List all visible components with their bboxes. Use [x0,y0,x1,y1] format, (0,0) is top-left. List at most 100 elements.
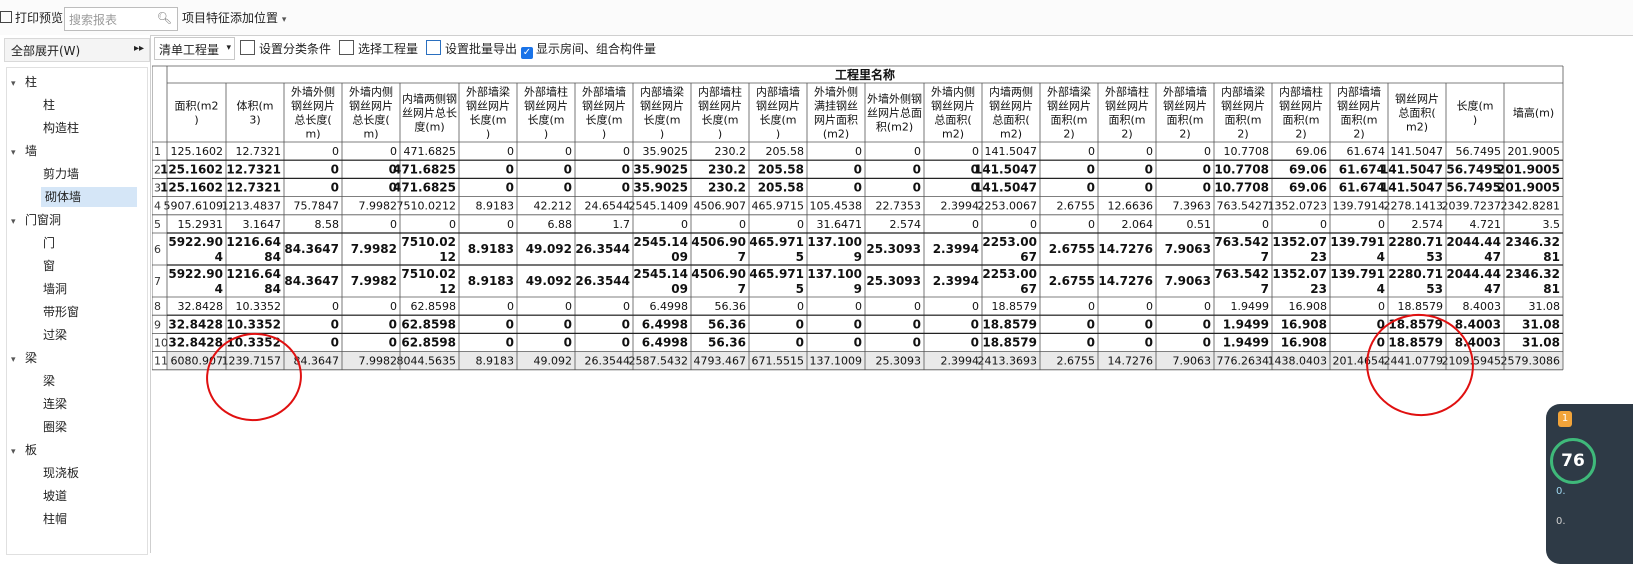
table-cell[interactable]: 0 [622,336,630,350]
tree-item-15[interactable]: 圈梁 [43,417,67,437]
table-cell[interactable]: 69.06 [1296,145,1328,158]
table-cell[interactable]: 75.7847 [294,200,340,213]
table-cell[interactable]: 141.5047 [1380,162,1443,176]
tree-item-14[interactable]: 连梁 [43,394,67,414]
table-cell[interactable]: 471.6825 [404,145,457,158]
table-cell[interactable]: 8.4003 [1463,300,1502,313]
table-cell[interactable]: 0 [972,218,979,231]
table-cell[interactable]: 14.7276 [1108,355,1154,368]
table-cell[interactable]: 201.9005 [1497,181,1560,195]
table-cell[interactable]: 10.7708 [1214,181,1269,195]
table-cell[interactable]: 0 [390,300,397,313]
table-cell[interactable]: 0 [389,336,397,350]
tree-item-2[interactable]: 构造柱 [43,118,79,138]
list-quantity-select[interactable]: 清单工程量 ▾ [154,37,235,60]
table-cell[interactable]: 5907.6109 [164,200,224,213]
search-input[interactable]: 搜索报表 🔍︎ [64,7,178,31]
table-cell[interactable]: 18.8579 [992,300,1038,313]
tree-item-1[interactable]: 柱 [43,95,55,115]
expand-all-button[interactable]: 全部展开(W) ▸▸ [4,38,150,62]
table-cell[interactable]: 0 [796,336,804,350]
table-cell[interactable]: 7.9982 [359,355,398,368]
select-quantity-button[interactable]: 选择工程量 [339,39,418,59]
table-cell[interactable]: 1.9499 [1223,317,1269,331]
table-cell[interactable]: 7.9063 [1165,274,1211,288]
table-cell[interactable]: 0 [564,162,572,176]
tree-group-16[interactable]: ▾ 板 [11,440,37,460]
table-cell[interactable]: 26.3544 [585,355,631,368]
table-cell[interactable]: 0 [1146,145,1153,158]
table-cell[interactable]: 1213.4837 [222,200,282,213]
table-cell[interactable]: 0 [506,336,514,350]
table-cell[interactable]: 7.9063 [1173,355,1212,368]
table-cell[interactable]: 15.2931 [178,218,224,231]
table-cell[interactable]: 12.6636 [1108,200,1154,213]
table-cell[interactable]: 0 [739,218,746,231]
table-cell[interactable]: 3.5 [1543,218,1561,231]
tree-group-12[interactable]: ▾ 梁 [11,348,37,368]
table-cell[interactable]: 0 [1204,145,1211,158]
table-cell[interactable]: 0 [1203,336,1211,350]
table-cell[interactable]: 62.8598 [401,317,456,331]
table-cell[interactable]: 0 [1030,218,1037,231]
table-cell[interactable]: 2.574 [1412,218,1444,231]
table-cell[interactable]: 105.4538 [810,200,863,213]
table-cell[interactable]: 8.9183 [476,355,515,368]
table-cell[interactable]: 25.3093 [876,355,922,368]
table-cell[interactable]: 12.7321 [226,181,281,195]
table-cell[interactable]: 22.7353 [876,200,922,213]
table-cell[interactable]: 35.9025 [633,181,688,195]
table-cell[interactable]: 0 [1145,317,1153,331]
table-cell[interactable]: 671.5515 [752,355,805,368]
table-cell[interactable]: 69.06 [1289,162,1327,176]
table-cell[interactable]: 49.092 [534,355,573,368]
table-cell[interactable]: 139.7914 [1333,200,1386,213]
table-cell[interactable]: 18.8579 [982,336,1037,350]
tree-item-11[interactable]: 过梁 [43,325,67,345]
table-cell[interactable]: 0 [506,162,514,176]
table-cell[interactable]: 12.7321 [236,145,282,158]
table-cell[interactable]: 0 [972,145,979,158]
table-cell[interactable]: 0 [506,317,514,331]
table-cell[interactable]: 141.5047 [985,145,1038,158]
table-cell[interactable]: 0 [914,300,921,313]
table-cell[interactable]: 31.6471 [817,218,863,231]
table-cell[interactable]: 56.7495 [1446,181,1501,195]
table-cell[interactable]: 0 [913,162,921,176]
table-cell[interactable]: 0 [1145,336,1153,350]
table-cell[interactable]: 7.9982 [351,242,397,256]
table-cell[interactable]: 8.4003 [1455,317,1501,331]
table-cell[interactable]: 0 [1087,336,1095,350]
table-cell[interactable]: 0 [1320,218,1327,231]
show-rooms-checkbox[interactable]: ✓ 显示房间、组合构件量 [521,39,656,59]
column-header[interactable]: 墙高(m) [1513,106,1554,120]
table-cell[interactable]: 61.674 [1339,181,1385,195]
table-cell[interactable]: 0 [390,218,397,231]
tree-item-10[interactable]: 带形窗 [43,302,79,322]
table-cell[interactable]: 2.3994 [933,274,979,288]
table-cell[interactable]: 205.58 [758,181,804,195]
table-cell[interactable]: 56.36 [715,300,747,313]
tree-item-13[interactable]: 梁 [43,371,55,391]
tree-item-17[interactable]: 现浇板 [43,463,79,483]
table-cell[interactable]: 2278.1413 [1384,200,1444,213]
table-cell[interactable]: 141.5047 [974,181,1037,195]
table-cell[interactable]: 0 [1146,300,1153,313]
tree-item-5[interactable]: 砌体墙 [41,187,137,207]
table-cell[interactable]: 0 [1087,317,1095,331]
table-cell[interactable]: 56.36 [708,317,746,331]
table-cell[interactable]: 0 [681,218,688,231]
tree-group-6[interactable]: ▾ 门窗洞 [11,210,61,230]
table-cell[interactable]: 0 [1262,218,1269,231]
table-cell[interactable]: 0 [623,300,630,313]
table-cell[interactable]: 0 [1378,300,1385,313]
table-cell[interactable]: 0 [1087,181,1095,195]
table-cell[interactable]: 32.8428 [168,336,223,350]
table-cell[interactable]: 141.5047 [1380,181,1443,195]
table-cell[interactable]: 0 [854,317,862,331]
table-cell[interactable]: 763.5427 [1217,200,1270,213]
table-cell[interactable]: 0 [622,181,630,195]
table-cell[interactable]: 8.9183 [468,274,514,288]
tree-item-7[interactable]: 门 [43,233,55,253]
table-cell[interactable]: 1.7 [613,218,631,231]
